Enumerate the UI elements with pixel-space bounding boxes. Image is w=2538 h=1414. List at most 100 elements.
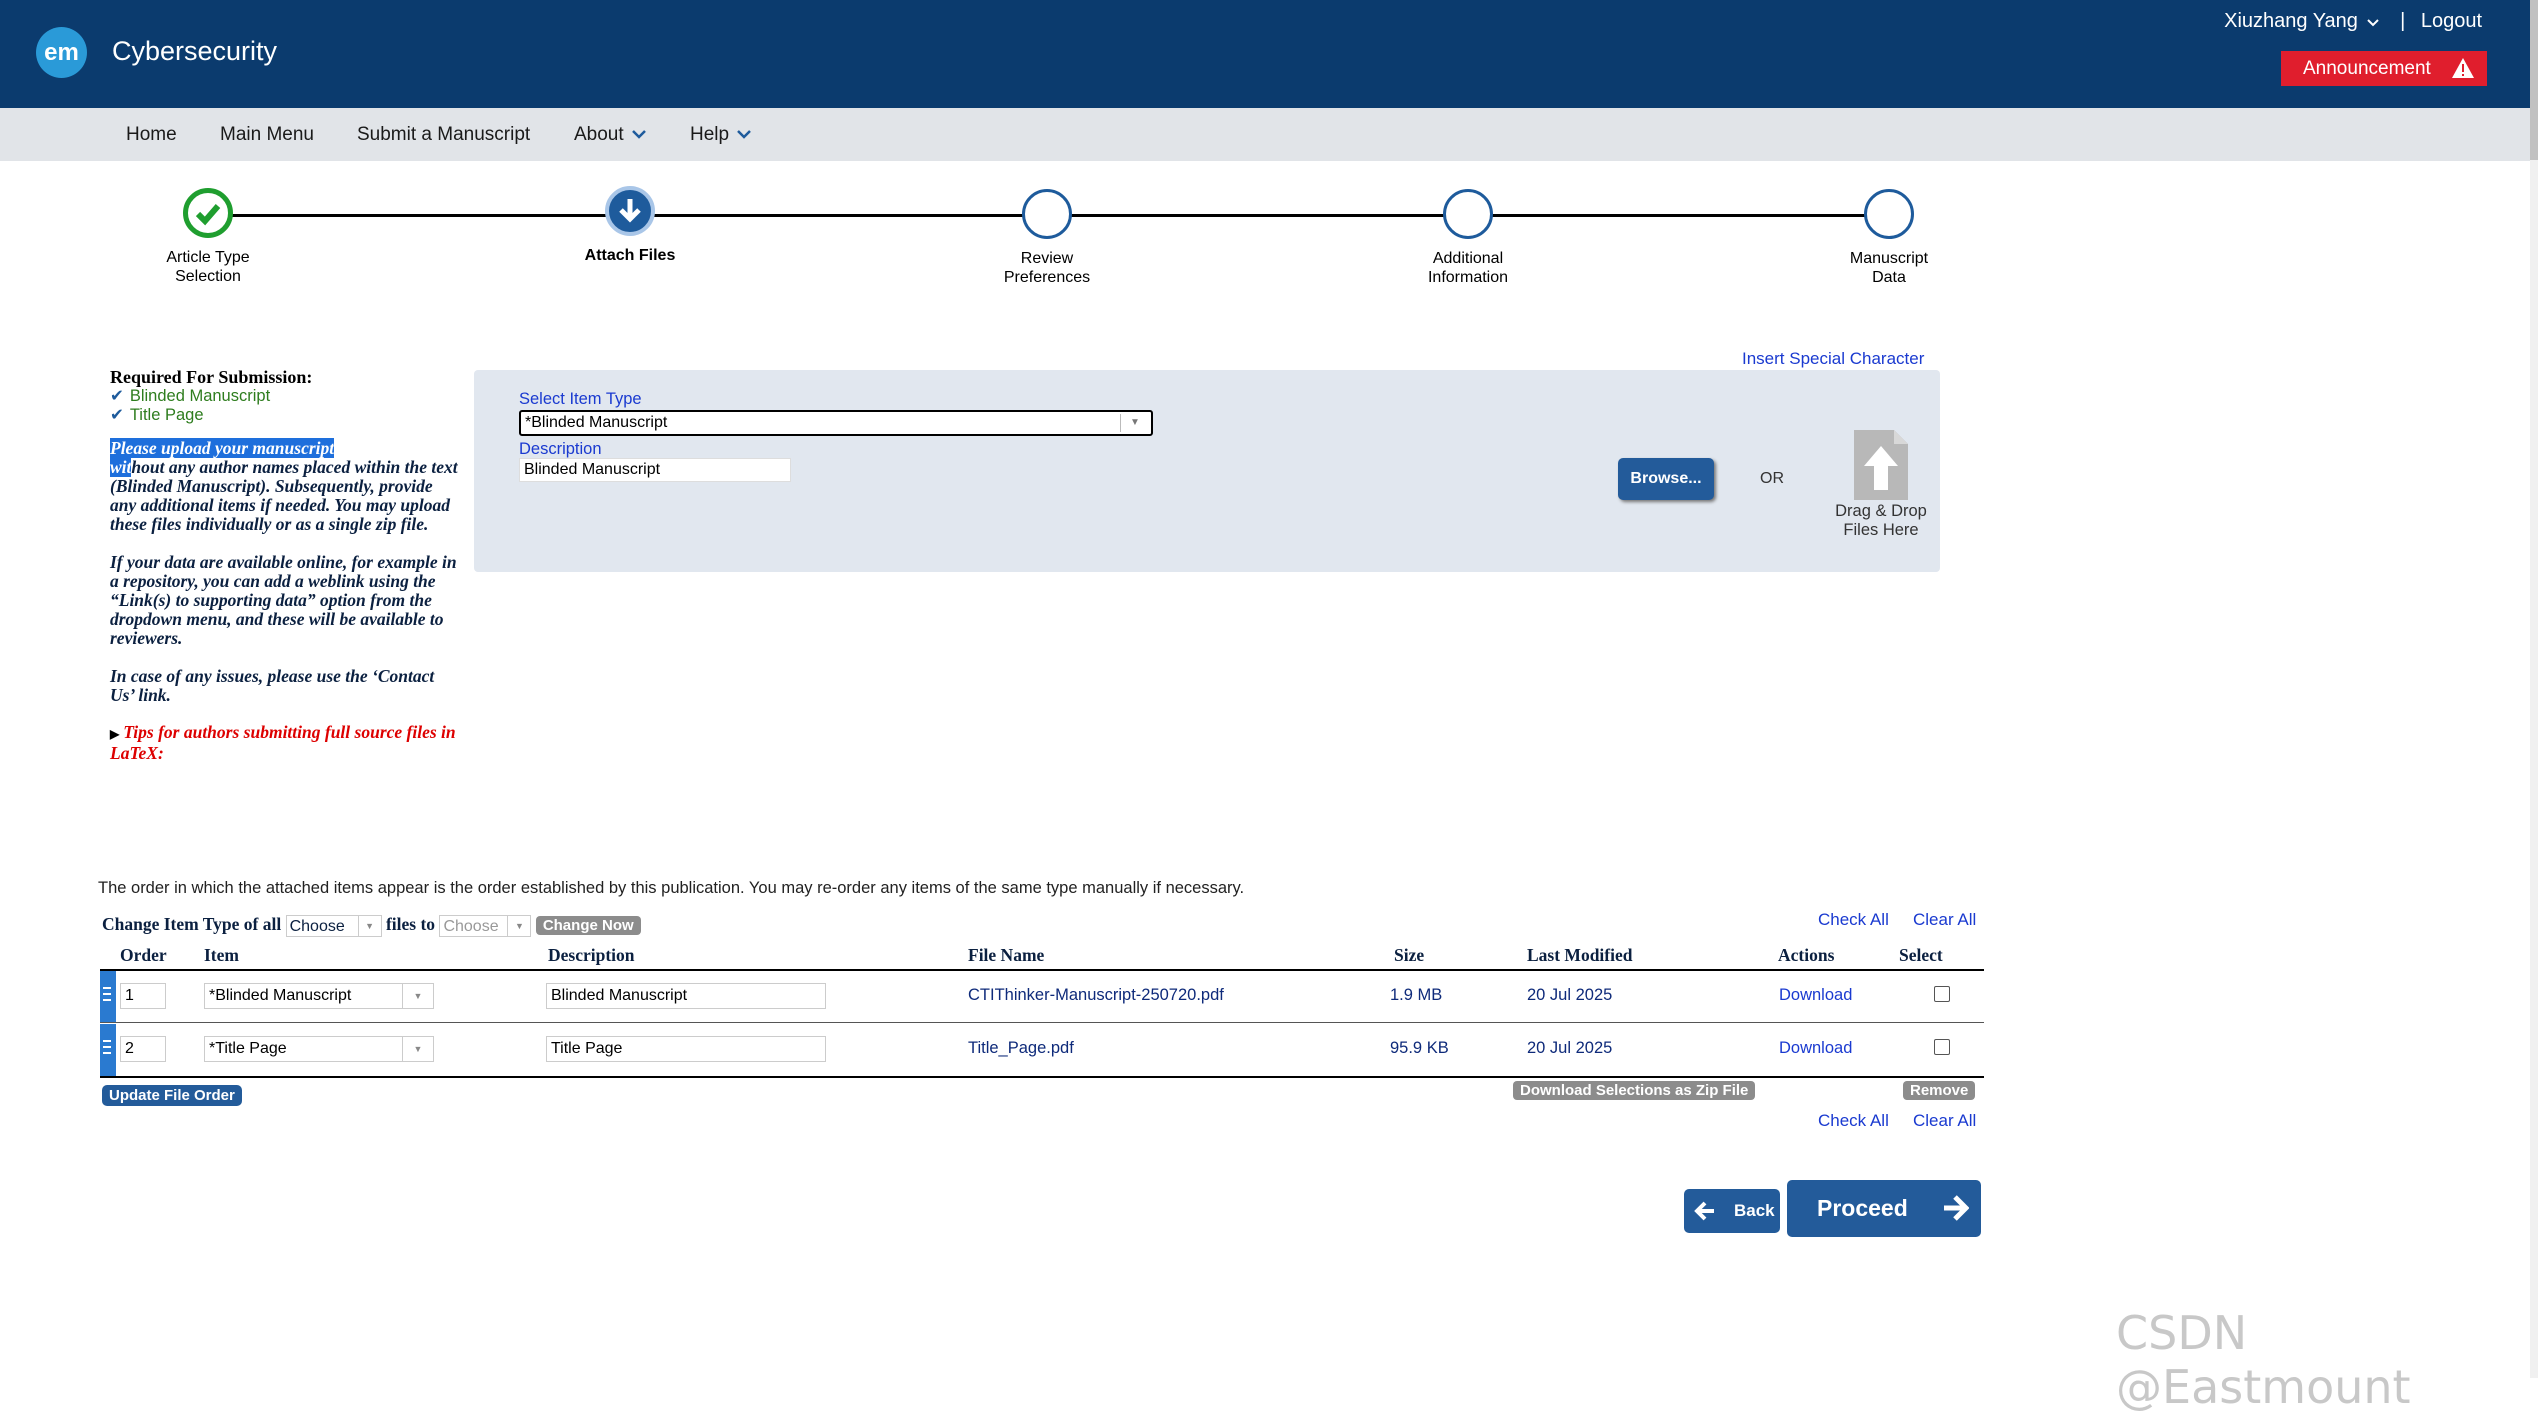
check-all-link[interactable]: Check All xyxy=(1818,1111,1889,1131)
contact-instructions: In case of any issues, please use the ‘C… xyxy=(110,666,435,705)
item-value[interactable]: *Blinded Manuscript xyxy=(209,987,351,1004)
em-logo[interactable]: em xyxy=(36,27,87,78)
required-item: ✔ Title Page xyxy=(110,406,460,425)
announcement-button[interactable]: Announcement xyxy=(2281,51,2487,86)
check-all-link[interactable]: Check All xyxy=(1818,910,1889,930)
select-checkbox[interactable] xyxy=(1934,1039,1950,1055)
drop-text-line2[interactable]: Files Here xyxy=(1826,521,1936,540)
username-label[interactable]: Xiuzhang Yang xyxy=(2224,10,2358,33)
latex-tips-toggle[interactable]: ▶ Tips for authors submitting full source… xyxy=(110,723,460,763)
remove-button[interactable]: Remove xyxy=(1903,1081,1976,1100)
drag-drop-zone[interactable]: Drag & Drop Files Here xyxy=(1826,502,1936,540)
announcement-label[interactable]: Announcement xyxy=(2303,58,2431,79)
back-label[interactable]: Back xyxy=(1734,1189,1775,1233)
from-type-select[interactable]: Choose ▼ xyxy=(285,914,382,937)
description-input[interactable] xyxy=(519,458,791,482)
nav-about-label[interactable]: About xyxy=(574,124,624,145)
file-name-link[interactable]: Title_Page.pdf xyxy=(968,1039,1074,1058)
change-label-b: files to xyxy=(385,914,436,934)
change-now-button[interactable]: Change Now xyxy=(535,916,641,935)
expand-triangle-icon[interactable]: ▶ xyxy=(110,727,119,741)
select-item-type-label: Select Item Type xyxy=(519,390,642,408)
step-label-line1: Attach Files xyxy=(584,247,676,264)
step-circle-icon xyxy=(1022,189,1072,239)
data-link-instructions: If your data are available online, for e… xyxy=(110,552,457,648)
scrollbar-thumb[interactable] xyxy=(2530,0,2538,160)
nav-submit-manuscript[interactable]: Submit a Manuscript xyxy=(357,124,530,146)
or-separator: OR xyxy=(1760,470,1784,487)
upload-file-icon[interactable] xyxy=(1852,428,1910,502)
nav-main-menu[interactable]: Main Menu xyxy=(220,124,314,146)
download-link[interactable]: Download xyxy=(1779,1039,1852,1058)
order-input[interactable]: 2 xyxy=(120,1036,166,1062)
arrow-right-icon[interactable] xyxy=(1941,1180,1969,1237)
step-label-line1: Additional xyxy=(1432,250,1504,267)
from-type-value[interactable]: Choose xyxy=(290,918,345,935)
step-article-type[interactable]: Article Type Selection xyxy=(128,188,288,286)
step-review-preferences[interactable]: Review Preferences xyxy=(967,189,1127,287)
step-label-line2: Data xyxy=(1872,269,1906,286)
instruction-text: hout any author names placed within the … xyxy=(110,457,458,534)
clear-all-link[interactable]: Clear All xyxy=(1913,1111,1976,1131)
required-item-label: Blinded Manuscript xyxy=(129,387,271,405)
table-row: 2 *Title Page ▼ Title Page Title_Page.pdf… xyxy=(100,1024,1984,1076)
order-input[interactable]: 1 xyxy=(120,983,166,1009)
order-note: The order in which the attached items ap… xyxy=(98,879,1245,897)
nav-home[interactable]: Home xyxy=(126,124,177,146)
drag-handle-icon[interactable] xyxy=(100,1024,116,1076)
item-value[interactable]: *Title Page xyxy=(209,1040,287,1057)
nav-help-label[interactable]: Help xyxy=(690,124,729,145)
file-name-link[interactable]: CTIThinker-Manuscript-250720.pdf xyxy=(968,986,1224,1005)
browse-button[interactable]: Browse... xyxy=(1618,458,1714,500)
checkmark-icon: ✔ xyxy=(110,387,124,405)
item-type-select[interactable]: *Blinded Manuscript ▼ xyxy=(519,410,1153,436)
to-type-value[interactable]: Choose xyxy=(443,918,498,935)
nav-about[interactable]: About xyxy=(574,124,646,146)
arrow-left-icon[interactable] xyxy=(1694,1189,1716,1233)
journal-title[interactable]: Cybersecurity xyxy=(112,36,277,67)
item-select[interactable]: *Blinded Manuscript ▼ xyxy=(204,983,434,1009)
dropdown-arrow-icon[interactable]: ▼ xyxy=(507,915,530,936)
user-menu[interactable]: Xiuzhang Yang xyxy=(2224,10,2379,33)
dropdown-arrow-icon[interactable]: ▼ xyxy=(402,1037,433,1061)
dropdown-arrow-icon[interactable]: ▼ xyxy=(1120,414,1149,432)
proceed-label[interactable]: Proceed xyxy=(1817,1180,1908,1237)
page-scrollbar[interactable] xyxy=(2530,0,2538,1378)
logout-link[interactable]: Logout xyxy=(2421,10,2482,33)
step-circle-icon xyxy=(1443,189,1493,239)
clear-all-link[interactable]: Clear All xyxy=(1913,910,1976,930)
to-type-select[interactable]: Choose ▼ xyxy=(439,914,532,937)
dropdown-arrow-icon[interactable]: ▼ xyxy=(357,915,381,936)
chevron-down-icon[interactable] xyxy=(631,130,646,140)
row-description-input[interactable]: Title Page xyxy=(546,1036,826,1062)
chevron-down-icon[interactable] xyxy=(737,130,751,140)
step-label-line1: Article Type xyxy=(166,249,250,266)
dropdown-arrow-icon[interactable]: ▼ xyxy=(402,984,433,1008)
step-additional-information[interactable]: Additional Information xyxy=(1388,189,1548,287)
drop-text-line1[interactable]: Drag & Drop xyxy=(1826,502,1936,521)
description-label: Description xyxy=(519,440,602,458)
column-header: Last Modified xyxy=(1527,945,1633,965)
column-header: Order xyxy=(120,945,167,965)
latex-tips-label[interactable]: Tips for authors submitting full source … xyxy=(110,722,456,763)
download-link[interactable]: Download xyxy=(1779,986,1852,1005)
item-type-value[interactable]: *Blinded Manuscript xyxy=(525,414,667,431)
insert-special-character-link[interactable]: Insert Special Character xyxy=(1742,349,1924,369)
back-button[interactable]: Back xyxy=(1684,1189,1780,1233)
select-checkbox[interactable] xyxy=(1934,986,1950,1002)
chevron-down-icon[interactable] xyxy=(2366,19,2379,27)
row-description-input[interactable]: Blinded Manuscript xyxy=(546,983,826,1009)
item-select[interactable]: *Title Page ▼ xyxy=(204,1036,434,1062)
change-label-a: Change Item Type of all xyxy=(102,914,282,934)
checkmark-icon: ✔ xyxy=(110,406,124,424)
drag-handle-icon[interactable] xyxy=(100,971,116,1023)
step-attach-files[interactable]: Attach Files xyxy=(550,186,710,265)
file-size: 95.9 KB xyxy=(1390,1039,1449,1057)
update-file-order-button[interactable]: Update File Order xyxy=(102,1085,242,1106)
step-manuscript-data[interactable]: Manuscript Data xyxy=(1809,189,1969,287)
nav-help[interactable]: Help xyxy=(690,124,751,146)
last-modified: 20 Jul 2025 xyxy=(1527,986,1613,1004)
check-icon xyxy=(183,188,233,238)
proceed-button[interactable]: Proceed xyxy=(1787,1180,1981,1237)
download-zip-button[interactable]: Download Selections as Zip File xyxy=(1513,1081,1756,1100)
